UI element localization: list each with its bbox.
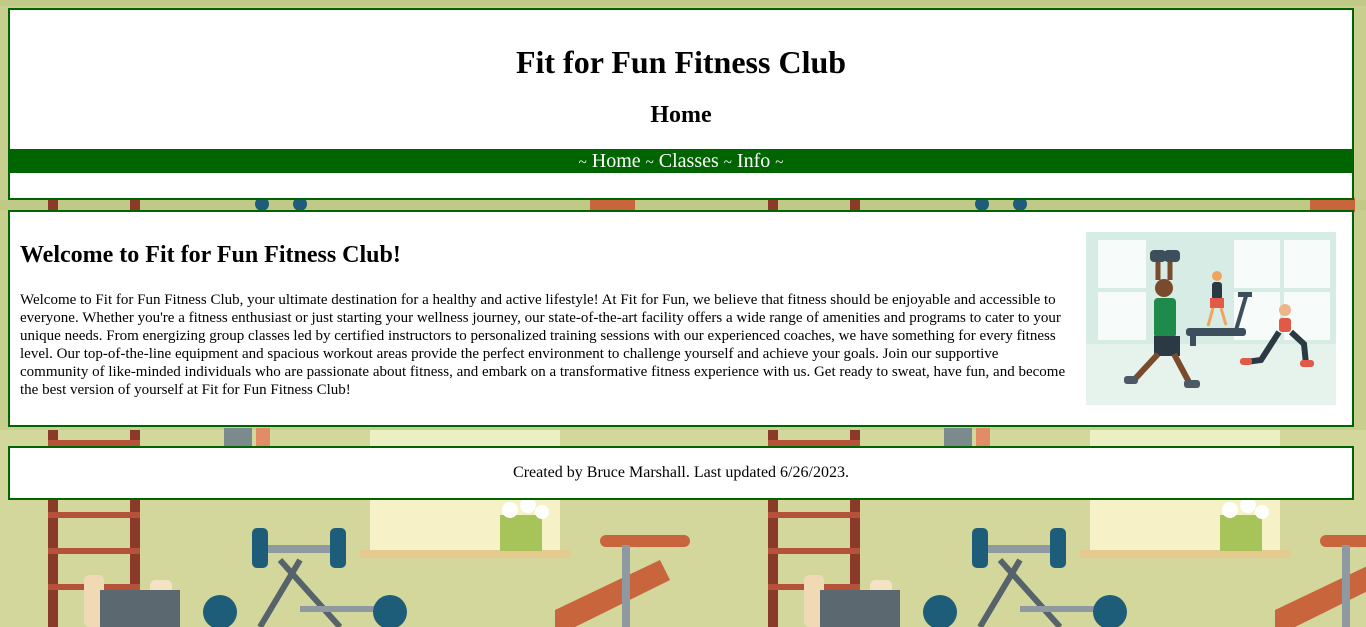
nav-separator: ~ <box>645 155 654 171</box>
site-footer: Created by Bruce Marshall. Last updated … <box>8 446 1354 500</box>
nav-link-classes[interactable]: Classes <box>659 150 719 172</box>
footer-credit: Created by Bruce Marshall. Last updated … <box>513 464 849 481</box>
site-header: Fit for Fun Fitness Club Home ~ Home ~ C… <box>8 8 1354 200</box>
nav-separator: ~ <box>578 155 587 171</box>
intro-paragraph: Welcome to Fit for Fun Fitness Club, you… <box>20 292 1066 398</box>
welcome-heading: Welcome to Fit for Fun Fitness Club! <box>20 242 401 268</box>
nav-separator: ~ <box>775 155 784 171</box>
site-title: Fit for Fun Fitness Club <box>515 44 847 80</box>
nav-link-info[interactable]: Info <box>737 150 770 172</box>
fitness-people-illustration <box>1086 232 1336 405</box>
nav-link-home[interactable]: Home <box>592 150 641 172</box>
nav-bar: ~ Home ~ Classes ~ Info ~ <box>10 149 1352 173</box>
page-heading: Home <box>650 102 712 128</box>
nav-separator: ~ <box>723 155 732 171</box>
main-content: Welcome to Fit for Fun Fitness Club! Wel… <box>8 210 1354 427</box>
